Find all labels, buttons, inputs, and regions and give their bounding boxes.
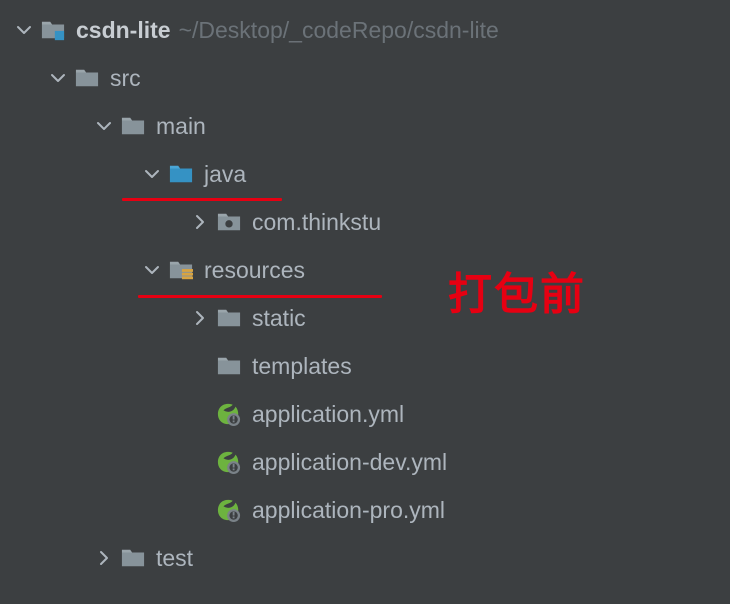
chevron-right-icon[interactable] [188, 306, 212, 330]
tree-label: com.thinkstu [252, 211, 381, 234]
arrow-spacer [188, 450, 212, 474]
tree-node-test[interactable]: test [0, 534, 730, 582]
folder-icon [120, 545, 146, 571]
source-folder-icon [168, 161, 194, 187]
tree-node-templates[interactable]: templates [0, 342, 730, 390]
project-name: csdn-lite [76, 19, 171, 42]
project-path: ~/Desktop/_codeRepo/csdn-lite [179, 19, 499, 42]
tree-label: src [110, 67, 141, 90]
spring-config-icon [216, 497, 242, 523]
tree-label: java [204, 163, 246, 186]
project-tree: csdn-lite ~/Desktop/_codeRepo/csdn-lite … [0, 0, 730, 582]
tree-node-application-dev-yml[interactable]: application-dev.yml [0, 438, 730, 486]
annotation-underline-java [122, 198, 282, 201]
tree-node-main[interactable]: main [0, 102, 730, 150]
arrow-spacer [188, 354, 212, 378]
package-folder-icon [216, 209, 242, 235]
spring-config-icon [216, 401, 242, 427]
chevron-down-icon[interactable] [12, 18, 36, 42]
annotation-underline-resources [138, 295, 382, 298]
chevron-down-icon[interactable] [140, 258, 164, 282]
tree-node-root[interactable]: csdn-lite ~/Desktop/_codeRepo/csdn-lite [0, 6, 730, 54]
tree-node-static[interactable]: static [0, 294, 730, 342]
tree-label: application-pro.yml [252, 499, 445, 522]
tree-node-application-pro-yml[interactable]: application-pro.yml [0, 486, 730, 534]
tree-node-java[interactable]: java [0, 150, 730, 198]
tree-node-package[interactable]: com.thinkstu [0, 198, 730, 246]
folder-icon [216, 353, 242, 379]
folder-icon [120, 113, 146, 139]
folder-icon [216, 305, 242, 331]
tree-label: main [156, 115, 206, 138]
tree-label: resources [204, 259, 305, 282]
tree-label: static [252, 307, 306, 330]
chevron-right-icon[interactable] [188, 210, 212, 234]
chevron-right-icon[interactable] [92, 546, 116, 570]
chevron-down-icon[interactable] [46, 66, 70, 90]
chevron-down-icon[interactable] [92, 114, 116, 138]
tree-label: templates [252, 355, 352, 378]
tree-label: test [156, 547, 193, 570]
tree-node-resources[interactable]: resources [0, 246, 730, 294]
folder-icon [74, 65, 100, 91]
arrow-spacer [188, 498, 212, 522]
module-folder-icon [40, 17, 66, 43]
tree-label: application-dev.yml [252, 451, 447, 474]
tree-node-src[interactable]: src [0, 54, 730, 102]
spring-config-icon [216, 449, 242, 475]
tree-node-application-yml[interactable]: application.yml [0, 390, 730, 438]
arrow-spacer [188, 402, 212, 426]
chevron-down-icon[interactable] [140, 162, 164, 186]
resources-folder-icon [168, 257, 194, 283]
annotation-text: 打包前 [448, 258, 586, 322]
tree-label: application.yml [252, 403, 404, 426]
